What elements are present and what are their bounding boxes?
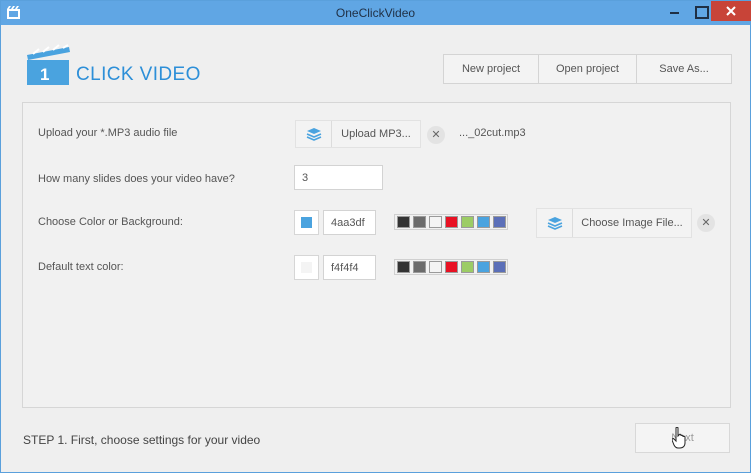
- clapperboard-logo: 1: [27, 44, 70, 85]
- project-toolbar: New project Open project Save As...: [443, 54, 732, 84]
- palette-swatch[interactable]: [429, 261, 442, 273]
- minimize-button[interactable]: [661, 1, 689, 21]
- text-color-hex-input[interactable]: f4f4f4: [323, 255, 376, 280]
- audio-label: Upload your *.MP3 audio file: [38, 127, 178, 139]
- stack-icon: [306, 128, 321, 141]
- close-button[interactable]: [711, 1, 751, 21]
- remove-background-image-button[interactable]: ✕: [697, 214, 715, 232]
- window-title: OneClickVideo: [335, 6, 416, 20]
- text-color-swatch[interactable]: [294, 255, 319, 280]
- palette-swatch[interactable]: [445, 261, 458, 273]
- background-color-swatch[interactable]: [294, 210, 319, 235]
- audio-file-name: ..._02cut.mp3: [459, 127, 526, 139]
- hand-cursor-icon: [672, 427, 686, 449]
- save-as-button[interactable]: Save As...: [636, 54, 732, 84]
- choose-image-label: Choose Image File...: [581, 217, 683, 229]
- background-label: Choose Color or Background:: [38, 216, 183, 228]
- slides-label: How many slides does your video have?: [38, 173, 235, 185]
- stack-icon: [547, 217, 562, 230]
- palette-swatch[interactable]: [429, 216, 442, 228]
- background-palette: [394, 214, 508, 230]
- palette-swatch[interactable]: [461, 261, 474, 273]
- upload-mp3-label: Upload MP3...: [341, 128, 411, 140]
- palette-swatch[interactable]: [477, 216, 490, 228]
- palette-swatch[interactable]: [397, 216, 410, 228]
- upload-mp3-icon-wrap: [296, 121, 332, 147]
- upload-mp3-button[interactable]: Upload MP3...: [295, 120, 421, 148]
- palette-swatch[interactable]: [493, 261, 506, 273]
- choose-image-icon-wrap: [537, 209, 573, 237]
- palette-swatch[interactable]: [477, 261, 490, 273]
- choose-image-button[interactable]: Choose Image File...: [536, 208, 692, 238]
- step-instructions: STEP 1. First, choose settings for your …: [23, 433, 261, 447]
- text-color-label: Default text color:: [38, 261, 124, 273]
- app-window: OneClickVideo 1 CLICK VIDEO New project …: [0, 0, 751, 473]
- palette-swatch[interactable]: [397, 261, 410, 273]
- new-project-button[interactable]: New project: [443, 54, 539, 84]
- text-color-palette: [394, 259, 508, 275]
- palette-swatch[interactable]: [493, 216, 506, 228]
- title-bar[interactable]: OneClickVideo: [1, 1, 751, 25]
- palette-swatch[interactable]: [445, 216, 458, 228]
- slides-count-input[interactable]: 3: [294, 165, 383, 190]
- palette-swatch[interactable]: [461, 216, 474, 228]
- open-project-button[interactable]: Open project: [538, 54, 637, 84]
- background-hex-input[interactable]: 4aa3df: [323, 210, 376, 235]
- logo-badge: 1: [40, 65, 49, 84]
- background-color-preview: [301, 217, 312, 228]
- remove-audio-button[interactable]: ✕: [427, 126, 445, 144]
- settings-panel: Upload your *.MP3 audio file Upload MP3.…: [22, 102, 731, 408]
- text-color-preview: [301, 262, 312, 273]
- close-icon: [726, 6, 736, 16]
- logo-text: CLICK VIDEO: [76, 64, 201, 85]
- palette-swatch[interactable]: [413, 261, 426, 273]
- palette-swatch[interactable]: [413, 216, 426, 228]
